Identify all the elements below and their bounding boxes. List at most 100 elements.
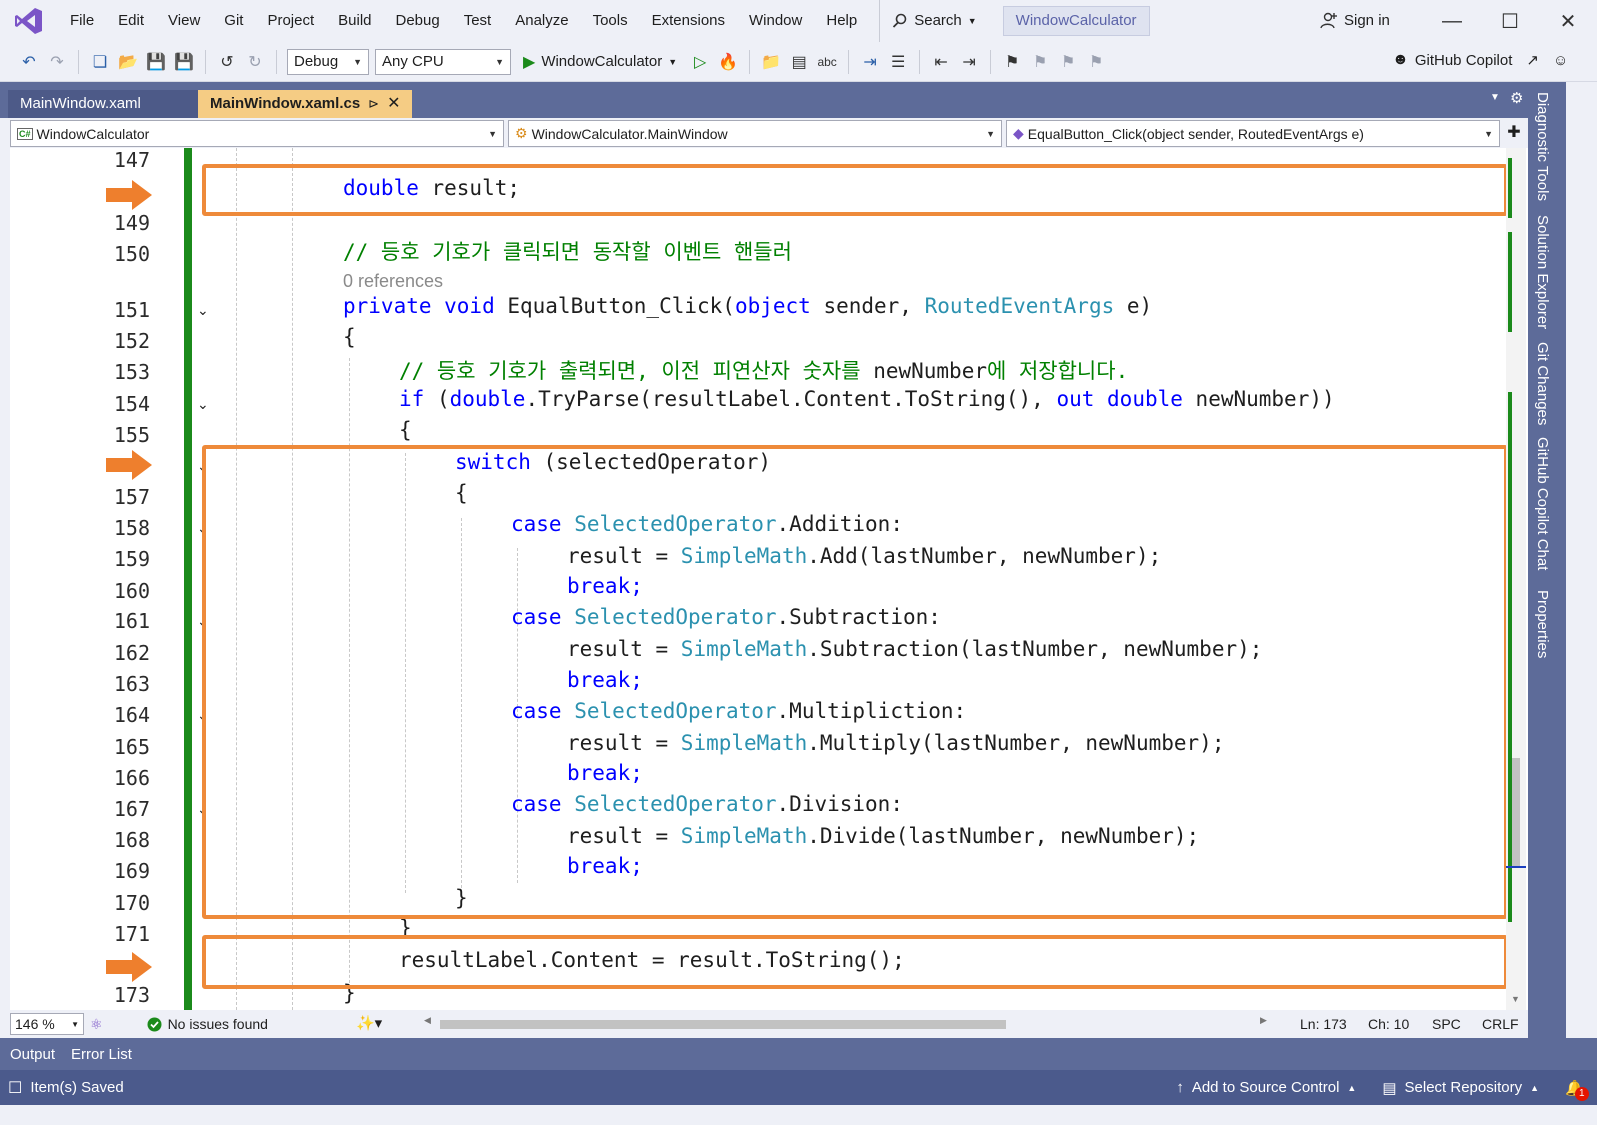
health-icon[interactable]: ⚛ — [90, 1016, 103, 1033]
close-tab-icon[interactable]: ✕ — [387, 90, 400, 118]
tab-error-list[interactable]: Error List — [71, 1046, 132, 1063]
start-without-debugging-icon[interactable]: ▷ — [689, 51, 711, 73]
hot-reload-icon[interactable]: 🔥 — [717, 51, 739, 73]
indent-icon[interactable]: ⇥ — [958, 51, 980, 73]
codelens-references[interactable]: 0 references — [343, 271, 443, 292]
code-line-151[interactable]: private void EqualButton_Click(object se… — [343, 294, 1152, 318]
layout-icon[interactable]: ▤ — [788, 51, 810, 73]
chevron-down-icon: ▼ — [71, 1019, 79, 1029]
code-line-154[interactable]: if (double.TryParse(resultLabel.Content.… — [399, 387, 1335, 411]
code-line-155[interactable]: { — [399, 418, 412, 442]
side-tab-git-changes[interactable]: Git Changes — [1534, 342, 1551, 425]
split-editor-icon[interactable]: ✚ — [1504, 120, 1524, 147]
scroll-right-icon[interactable]: ▶ — [1260, 1015, 1267, 1026]
scroll-left-icon[interactable]: ◀ — [424, 1015, 431, 1026]
comment-text: // 등호 기호가 출력되면, 이전 피연산자 숫자를 — [399, 359, 874, 383]
menu-file[interactable]: File — [58, 0, 106, 42]
fold-chevron-icon[interactable]: ⌄ — [197, 302, 209, 319]
menu-git[interactable]: Git — [212, 0, 255, 42]
side-tab-github-copilot-chat[interactable]: GitHub Copilot Chat — [1534, 437, 1551, 570]
tab-mainwindow-xaml-cs[interactable]: MainWindow.xaml.cs ⊳ ✕ — [198, 90, 412, 118]
scroll-down-icon[interactable]: ▼ — [1511, 994, 1520, 1004]
maximize-button[interactable]: ☐ — [1490, 0, 1530, 42]
type-dropdown[interactable]: ⚙ WindowCalculator.MainWindow ▼ — [508, 120, 1002, 147]
github-copilot-button[interactable]: ☻ GitHub Copilot ↗ ☺ — [1392, 51, 1568, 69]
code-comment-150[interactable]: // 등호 기호가 클릭되면 동작할 이벤트 핸들러 — [343, 236, 792, 266]
open-folder-icon[interactable]: 📂 — [117, 51, 139, 73]
side-tab-solution-explorer[interactable]: Solution Explorer — [1534, 215, 1551, 329]
status-message: Item(s) Saved — [30, 1079, 124, 1096]
outdent-icon[interactable]: ⇤ — [930, 51, 952, 73]
line-ending-indicator[interactable]: CRLF — [1482, 1016, 1519, 1032]
menu-extensions[interactable]: Extensions — [640, 0, 737, 42]
column-indicator[interactable]: Ch: 10 — [1368, 1016, 1409, 1032]
notifications-button[interactable]: 🔔 1 — [1565, 1079, 1589, 1101]
side-tab-properties[interactable]: Properties — [1534, 590, 1551, 658]
fold-chevron-icon[interactable]: ⌄ — [197, 396, 209, 413]
search-box[interactable]: Search ▼ — [879, 0, 988, 42]
close-window-button[interactable]: ✕ — [1548, 0, 1588, 42]
tab-list-dropdown-icon[interactable]: ▼ — [1490, 92, 1500, 103]
menu-help[interactable]: Help — [814, 0, 869, 42]
redo-icon[interactable]: ↻ — [244, 51, 266, 73]
whitespace-indicator[interactable]: SPC — [1432, 1016, 1461, 1032]
tab-mainwindow-xaml[interactable]: MainWindow.xaml — [8, 90, 198, 118]
navigate-back-icon[interactable]: ↶ — [18, 51, 40, 73]
folder-icon[interactable]: 📁 — [760, 51, 782, 73]
minimize-button[interactable]: — — [1432, 0, 1472, 42]
horizontal-scrollbar[interactable]: ◀ ▶ — [424, 1015, 1267, 1030]
menu-tools[interactable]: Tools — [581, 0, 640, 42]
zoom-select[interactable]: 146 % ▼ — [10, 1013, 84, 1035]
undo-icon[interactable]: ↺ — [216, 51, 238, 73]
code-comment-153[interactable]: // 등호 기호가 출력되면, 이전 피연산자 숫자를 newNumber에 저… — [399, 355, 1128, 385]
side-tab-diagnostic-tools[interactable]: Diagnostic Tools — [1534, 92, 1551, 201]
code-text: ( — [424, 387, 450, 411]
project-dropdown[interactable]: C# WindowCalculator ▼ — [10, 120, 504, 147]
line-number: 167 — [113, 797, 150, 821]
menu-edit[interactable]: Edit — [106, 0, 156, 42]
scrollbar-thumb[interactable] — [440, 1020, 1006, 1029]
share-icon: ↗ — [1526, 52, 1539, 69]
select-repository-button[interactable]: ▤ Select Repository ▲ — [1382, 1079, 1539, 1097]
menu-project[interactable]: Project — [255, 0, 326, 42]
navigate-forward-icon[interactable]: ↷ — [46, 51, 68, 73]
bookmark-icon[interactable]: ⚑ — [1001, 51, 1023, 73]
code-cleanup-icon[interactable]: ✨▾ — [356, 1014, 382, 1032]
sign-in-button[interactable]: Sign in — [1320, 0, 1390, 42]
menu-view[interactable]: View — [156, 0, 212, 42]
line-indicator[interactable]: Ln: 173 — [1300, 1016, 1347, 1032]
add-to-source-control-button[interactable]: ↑ Add to Source Control ▲ — [1176, 1079, 1356, 1096]
save-icon[interactable]: 💾 — [145, 51, 167, 73]
minimize-icon: — — [1442, 9, 1462, 32]
code-line-152[interactable]: { — [343, 325, 356, 349]
vertical-scrollbar[interactable]: ▼ — [1506, 148, 1526, 1010]
repository-label: Select Repository — [1404, 1079, 1523, 1096]
prev-bookmark-icon[interactable]: ⚑ — [1029, 51, 1051, 73]
new-project-icon[interactable]: ❏ — [89, 51, 111, 73]
issues-indicator[interactable]: No issues found — [147, 1016, 268, 1032]
format-document-icon[interactable]: ☰ — [887, 51, 909, 73]
menu-analyze[interactable]: Analyze — [503, 0, 580, 42]
start-debugging-button[interactable]: ▶ WindowCalculator ▼ — [517, 52, 683, 72]
configuration-select[interactable]: Debug ▼ — [287, 48, 369, 75]
step-icon[interactable]: ⇥ — [859, 51, 881, 73]
arrow-up-icon: ↑ — [1176, 1079, 1184, 1096]
menu-test[interactable]: Test — [452, 0, 504, 42]
scrollbar-thumb[interactable] — [1512, 758, 1520, 868]
menu-debug[interactable]: Debug — [384, 0, 452, 42]
spell-check-icon[interactable]: abc — [816, 51, 838, 73]
menu-build[interactable]: Build — [326, 0, 383, 42]
clear-bookmarks-icon[interactable]: ⚑ — [1085, 51, 1107, 73]
code-editor[interactable]: 147 149 150 151 152 153 154 155 157 158 … — [10, 148, 1546, 1010]
pin-icon[interactable]: ⊳ — [368, 90, 379, 118]
repository-icon: ▤ — [1382, 1079, 1397, 1097]
code-text: sender, — [810, 294, 925, 318]
next-bookmark-icon[interactable]: ⚑ — [1057, 51, 1079, 73]
menu-window[interactable]: Window — [737, 0, 814, 42]
member-dropdown[interactable]: ◆ EqualButton_Click(object sender, Route… — [1006, 120, 1500, 147]
tab-output[interactable]: Output — [10, 1046, 55, 1063]
platform-select[interactable]: Any CPU ▼ — [375, 48, 511, 75]
visual-studio-logo-icon[interactable] — [14, 6, 44, 36]
gear-icon[interactable]: ⚙ — [1510, 89, 1523, 107]
save-all-icon[interactable]: 💾 — [173, 51, 195, 73]
